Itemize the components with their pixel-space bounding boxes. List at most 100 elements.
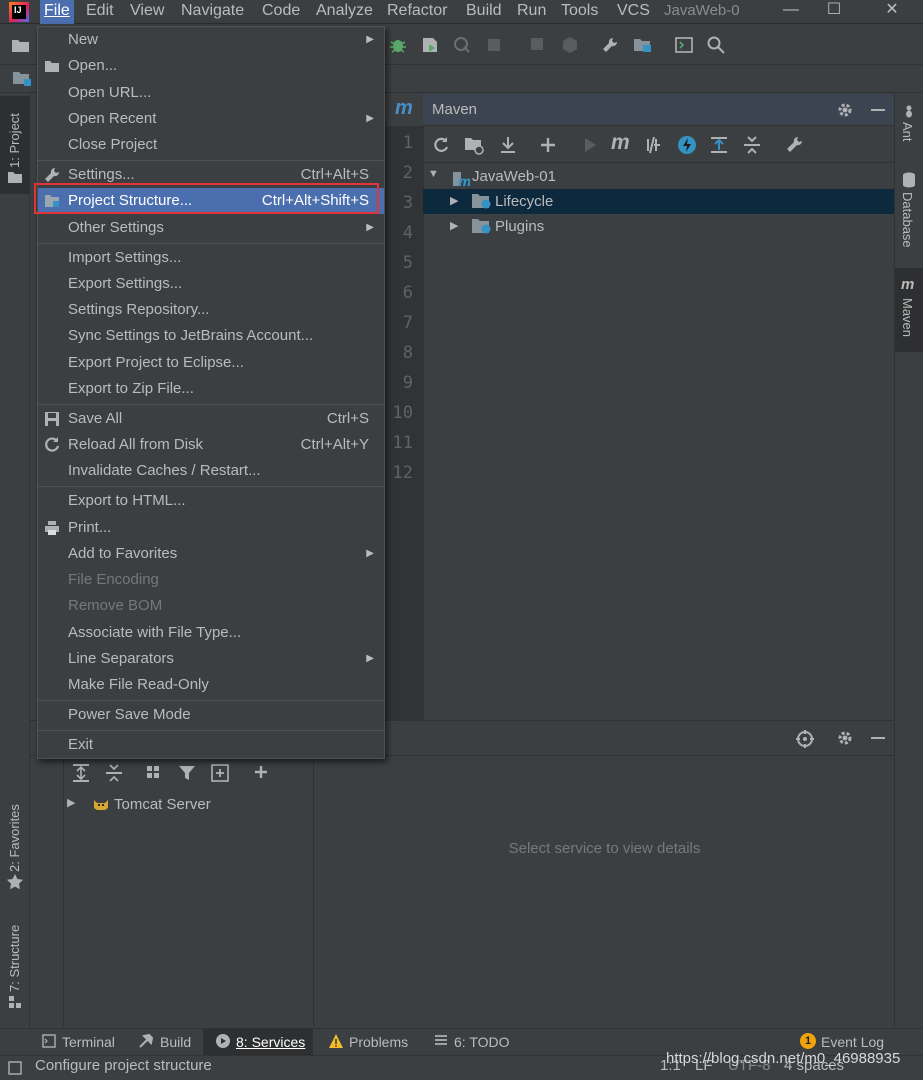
menu-code[interactable]: Code: [258, 0, 304, 24]
maximize-icon[interactable]: ☐: [814, 0, 854, 24]
save-icon: [45, 412, 59, 426]
menu-item-other-settings[interactable]: Other Settings ▶: [38, 215, 384, 241]
show-dependencies-icon[interactable]: [709, 135, 729, 155]
menu-navigate[interactable]: Navigate: [177, 0, 248, 24]
services-icon: [216, 1034, 230, 1048]
expand-arrow-icon[interactable]: ▶: [450, 219, 458, 232]
status-toggle-icon[interactable]: [8, 1061, 22, 1075]
menu-item-associate-file-type[interactable]: Associate with File Type...: [38, 620, 384, 646]
collapse-all-icon[interactable]: [105, 763, 123, 783]
module-icon[interactable]: [12, 69, 34, 89]
menu-item-open-recent[interactable]: Open Recent ▶: [38, 106, 384, 132]
hide-panel-icon[interactable]: [869, 729, 887, 747]
menu-item-settings-repository[interactable]: Settings Repository...: [38, 297, 384, 323]
menu-item-export-zip[interactable]: Export to Zip File...: [38, 376, 384, 402]
filter-icon[interactable]: [177, 763, 199, 783]
expand-arrow-icon[interactable]: ▶: [450, 194, 458, 207]
collapse-all-icon[interactable]: [742, 135, 762, 155]
submenu-arrow-icon: ▶: [366, 653, 374, 664]
menu-analyze[interactable]: Analyze: [312, 0, 377, 24]
menu-file[interactable]: File: [40, 0, 74, 24]
menu-item-print[interactable]: Print...: [38, 515, 384, 541]
tree-item-plugins[interactable]: Plugins: [495, 214, 544, 239]
menu-view[interactable]: View: [126, 0, 168, 24]
offline-mode-icon[interactable]: [676, 134, 698, 156]
menu-item-make-read-only[interactable]: Make File Read-Only: [38, 672, 384, 698]
menu-item-power-save[interactable]: Power Save Mode: [38, 702, 384, 728]
menu-item-reload-all[interactable]: Reload All from Disk Ctrl+Alt+Y: [38, 432, 384, 458]
expand-all-icon[interactable]: [72, 763, 90, 783]
stop-icon[interactable]: [486, 37, 502, 53]
menu-build[interactable]: Build: [462, 0, 506, 24]
menu-item-exit[interactable]: Exit: [38, 732, 384, 758]
menu-item-shortcut: Ctrl+S: [326, 410, 369, 427]
skip-tests-icon[interactable]: [644, 135, 664, 155]
menu-item-add-favorites[interactable]: Add to Favorites ▶: [38, 541, 384, 567]
debug-icon[interactable]: [388, 35, 408, 55]
minimize-icon[interactable]: —: [771, 0, 811, 24]
settings-wrench-icon[interactable]: [600, 35, 620, 55]
run-anything-icon[interactable]: [674, 35, 694, 55]
close-icon[interactable]: ✕: [872, 0, 912, 24]
tab-maven-label[interactable]: Maven: [900, 298, 915, 337]
project-structure-toolbar-icon[interactable]: [632, 35, 654, 55]
menu-item-label: Import Settings...: [68, 249, 182, 266]
tree-item-project[interactable]: JavaWeb-01: [472, 164, 556, 189]
menu-refactor[interactable]: Refactor: [383, 0, 451, 24]
execute-goal-icon[interactable]: m: [611, 131, 630, 155]
menu-item-invalidate-caches[interactable]: Invalidate Caches / Restart...: [38, 458, 384, 484]
tab-problems[interactable]: Problems: [349, 1031, 408, 1053]
download-icon[interactable]: [498, 135, 518, 155]
reload-maven-icon[interactable]: [432, 136, 450, 154]
menu-item-sync-settings[interactable]: Sync Settings to JetBrains Account...: [38, 323, 384, 349]
menu-run[interactable]: Run: [513, 0, 550, 24]
gear-icon[interactable]: [836, 729, 854, 747]
expand-arrow-icon[interactable]: ▼: [428, 168, 439, 180]
menu-item-open[interactable]: Open...: [38, 53, 384, 79]
tree-item-lifecycle[interactable]: Lifecycle: [495, 189, 553, 214]
menu-item-export-eclipse[interactable]: Export Project to Eclipse...: [38, 350, 384, 376]
tab-terminal[interactable]: Terminal: [62, 1031, 115, 1053]
menu-item-export-html[interactable]: Export to HTML...: [38, 488, 384, 514]
menu-edit[interactable]: Edit: [82, 0, 118, 24]
folder-icon[interactable]: [10, 35, 32, 55]
add-icon[interactable]: [538, 135, 558, 155]
hide-panel-icon[interactable]: [869, 101, 887, 119]
build-artifacts-icon[interactable]: [560, 35, 580, 55]
menu-item-label: Add to Favorites: [68, 545, 178, 562]
menu-item-open-url[interactable]: Open URL...: [38, 80, 384, 106]
menu-item-label: Export Project to Eclipse...: [68, 354, 244, 371]
group-by-icon[interactable]: [145, 763, 167, 783]
menu-tools[interactable]: Tools: [557, 0, 602, 24]
profile-icon[interactable]: [452, 35, 472, 55]
attach-icon[interactable]: [528, 35, 548, 55]
menu-item-label: Settings Repository...: [68, 301, 210, 318]
new-service-icon[interactable]: [210, 762, 232, 784]
submenu-arrow-icon: ▶: [366, 548, 374, 559]
tab-favorites-label[interactable]: 2: Favorites: [7, 796, 22, 872]
menu-item-new[interactable]: New ▶: [38, 27, 384, 53]
menu-item-label: New: [68, 31, 99, 48]
menu-item-close-project[interactable]: Close Project: [38, 132, 384, 158]
menu-item-import-settings[interactable]: Import Settings...: [38, 245, 384, 271]
menu-item-export-settings[interactable]: Export Settings...: [38, 271, 384, 297]
add-service-icon[interactable]: [252, 763, 274, 783]
tab-ant-label[interactable]: Ant: [900, 122, 915, 142]
menu-vcs[interactable]: VCS: [613, 0, 654, 24]
tab-build[interactable]: Build: [160, 1031, 191, 1053]
generate-sources-icon[interactable]: [464, 135, 484, 155]
menu-separator: [38, 243, 384, 244]
run-maven-icon[interactable]: [580, 135, 600, 155]
tab-database-label[interactable]: Database: [900, 192, 915, 248]
expand-arrow-icon[interactable]: ▶: [67, 796, 75, 809]
search-icon[interactable]: [706, 35, 726, 55]
coverage-icon[interactable]: [420, 35, 440, 55]
gear-icon[interactable]: [836, 101, 854, 119]
tree-item-tomcat-server[interactable]: Tomcat Server: [114, 792, 211, 817]
tab-todo[interactable]: 6: TODO: [454, 1031, 510, 1053]
menu-item-line-separators[interactable]: Line Separators ▶: [38, 646, 384, 672]
tab-structure-label[interactable]: 7: Structure: [7, 916, 22, 992]
locate-icon[interactable]: [795, 729, 815, 749]
menu-item-save-all[interactable]: Save All Ctrl+S: [38, 406, 384, 432]
maven-settings-icon[interactable]: [784, 135, 804, 155]
